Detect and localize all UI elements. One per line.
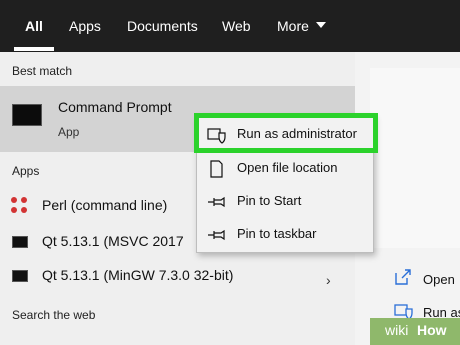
best-match-subtitle: App	[58, 125, 80, 139]
perl-icon	[11, 197, 29, 215]
highlight-box	[194, 113, 378, 153]
chevron-down-icon[interactable]	[316, 22, 326, 28]
tab-all[interactable]: All	[25, 17, 43, 35]
section-best-match: Best match	[12, 64, 73, 78]
details-preview-card	[370, 68, 460, 248]
active-tab-indicator	[14, 47, 54, 51]
tab-documents[interactable]: Documents	[127, 17, 198, 35]
watermark-suffix: How	[417, 322, 447, 338]
command-prompt-icon	[12, 104, 42, 126]
tab-apps[interactable]: Apps	[69, 17, 101, 35]
menu-item-label: Pin to taskbar	[237, 226, 317, 241]
chevron-right-icon[interactable]: ›	[326, 272, 331, 288]
menu-item-open-file-location[interactable]: Open file location	[197, 152, 375, 184]
best-match-title[interactable]: Command Prompt	[58, 99, 172, 115]
action-open[interactable]: Open	[423, 272, 455, 287]
section-search-web: Search the web	[12, 308, 96, 322]
watermark-prefix: wiki	[385, 322, 409, 338]
section-apps: Apps	[12, 164, 40, 178]
console-icon	[12, 236, 28, 248]
console-icon	[12, 270, 28, 282]
tab-more[interactable]: More	[277, 17, 309, 35]
app-result-qt-msvc[interactable]: Qt 5.13.1 (MSVC 2017	[42, 233, 184, 249]
app-result-qt-mingw[interactable]: Qt 5.13.1 (MinGW 7.3.0 32-bit)	[42, 267, 233, 283]
file-icon	[210, 160, 223, 178]
wikihow-watermark: wiki How	[370, 318, 460, 345]
menu-item-pin-to-taskbar[interactable]: Pin to taskbar	[197, 218, 375, 250]
menu-item-pin-to-start[interactable]: Pin to Start	[197, 185, 375, 217]
pin-icon	[208, 196, 225, 208]
app-result-perl[interactable]: Perl (command line)	[42, 197, 167, 213]
search-filter-bar: All Apps Documents Web More	[0, 0, 460, 52]
tab-web[interactable]: Web	[222, 17, 251, 35]
pin-icon	[208, 229, 225, 241]
open-icon	[395, 269, 411, 285]
menu-item-label: Open file location	[237, 160, 338, 175]
menu-item-label: Pin to Start	[237, 193, 302, 208]
